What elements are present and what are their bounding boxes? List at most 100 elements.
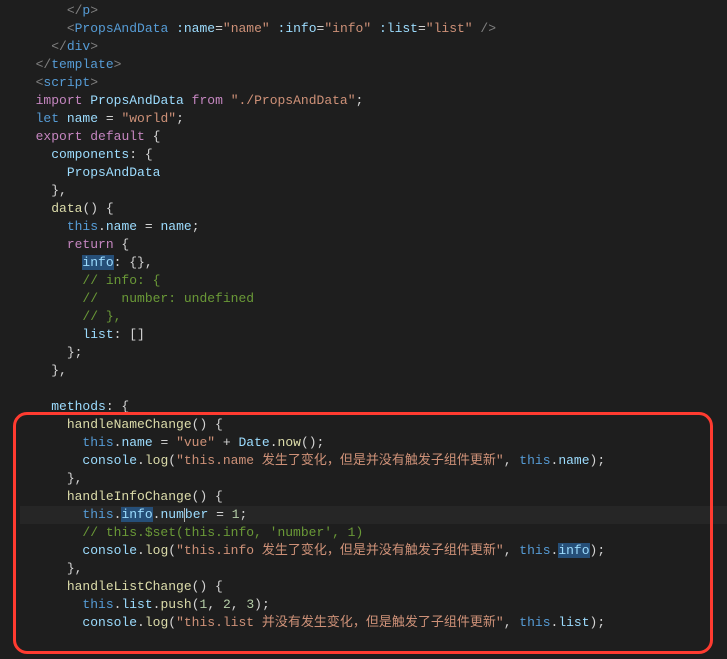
code-token: handleInfoChange [67,489,192,504]
code-token: }, [51,183,67,198]
code-token: this [82,597,113,612]
code-token: this [82,435,113,450]
code-token: this [82,507,113,522]
code-line[interactable]: // number: undefined [20,290,727,308]
code-token: }, [51,363,67,378]
code-token: console [82,615,137,630]
code-token: () { [82,201,113,216]
code-token: nu [160,507,176,522]
code-line[interactable]: }, [20,470,727,488]
code-line[interactable]: // info: { [20,272,727,290]
code-line[interactable]: components: { [20,146,727,164]
code-token: () { [192,579,223,594]
code-line[interactable]: handleNameChange() { [20,416,727,434]
code-line[interactable]: handleListChange() { [20,578,727,596]
code-line[interactable]: console.log("this.name 发生了变化，但是并没有触发子组件更… [20,452,727,470]
code-line[interactable]: }, [20,362,727,380]
code-token: = [153,435,176,450]
code-token: :name [176,21,215,36]
code-token: "world" [121,111,176,126]
code-line[interactable]: console.log("this.info 发生了变化，但是并没有触发子组件更… [20,542,727,560]
code-token: = [137,219,160,234]
code-line[interactable]: </template> [20,56,727,74]
code-token: ); [590,543,606,558]
code-line[interactable]: <script> [20,74,727,92]
code-token: PropsAndData [90,93,184,108]
code-token: = [98,111,121,126]
code-token: info [82,255,113,270]
code-token: script [43,75,90,90]
code-line[interactable]: data() { [20,200,727,218]
code-token: . [137,453,145,468]
code-token: }; [67,345,83,360]
code-token: list [82,327,113,342]
code-token: . [270,435,278,450]
code-token: this [519,453,550,468]
code-token: "name" [223,21,270,36]
code-token: methods [51,399,106,414]
code-token [184,93,192,108]
code-token: ; [356,93,364,108]
code-line[interactable]: list: [] [20,326,727,344]
code-line[interactable]: this.name = name; [20,218,727,236]
code-line[interactable]: this.list.push(1, 2, 3); [20,596,727,614]
code-token: data [51,201,82,216]
code-token: ber [185,507,208,522]
code-token: :list [379,21,418,36]
code-line[interactable] [20,380,727,398]
code-token: name [160,219,191,234]
code-line[interactable]: <PropsAndData :name="name" :info="info" … [20,20,727,38]
code-token: ); [590,615,606,630]
code-token: < [67,21,75,36]
code-line[interactable]: }, [20,560,727,578]
code-token: PropsAndData [67,165,161,180]
code-line[interactable]: methods: { [20,398,727,416]
code-line[interactable]: console.log("this.list 并没有发生变化，但是触发了子组件更… [20,614,727,632]
code-token: export [36,129,83,144]
code-token: this [519,615,550,630]
code-line[interactable]: PropsAndData [20,164,727,182]
code-line[interactable]: }, [20,182,727,200]
code-token: list [121,597,152,612]
code-token: ( [192,597,200,612]
code-line[interactable]: import PropsAndData from "./PropsAndData… [20,92,727,110]
code-token: push [160,597,191,612]
code-token: ( [168,543,176,558]
code-token: ( [168,453,176,468]
code-token: name [67,111,98,126]
code-line[interactable]: </p> [20,2,727,20]
code-line[interactable]: // this.$set(this.info, 'number', 1) [20,524,727,542]
code-line[interactable]: </div> [20,38,727,56]
code-token: . [137,615,145,630]
code-token: import [36,93,83,108]
code-token: "this.list 并没有发生变化，但是触发了子组件更新" [176,615,504,630]
code-line[interactable]: }; [20,344,727,362]
code-line[interactable]: return { [20,236,727,254]
code-token: </ [36,57,52,72]
code-token: , [231,597,247,612]
code-token: </ [67,3,83,18]
code-token: }, [67,471,83,486]
code-token: // }, [82,309,121,324]
code-token: template [51,57,113,72]
code-token: () { [192,417,223,432]
code-token: = [208,507,231,522]
code-token: name [106,219,137,234]
code-line[interactable]: info: {}, [20,254,727,272]
code-line[interactable]: this.name = "vue" + Date.now(); [20,434,727,452]
code-line[interactable]: let name = "world"; [20,110,727,128]
code-token: () { [192,489,223,504]
code-token: "this.name 发生了变化，但是并没有触发子组件更新" [176,453,504,468]
code-token: :info [278,21,317,36]
code-line[interactable]: // }, [20,308,727,326]
code-token [371,21,379,36]
code-token: . [98,219,106,234]
code-editor[interactable]: </p> <PropsAndData :name="name" :info="i… [0,0,727,634]
code-line[interactable]: export default { [20,128,727,146]
code-line[interactable]: handleInfoChange() { [20,488,727,506]
code-token: // number: undefined [82,291,254,306]
code-line[interactable]: this.info.number = 1; [20,506,727,524]
code-token: , [504,543,520,558]
code-token: 2 [223,597,231,612]
code-token: "./PropsAndData" [231,93,356,108]
